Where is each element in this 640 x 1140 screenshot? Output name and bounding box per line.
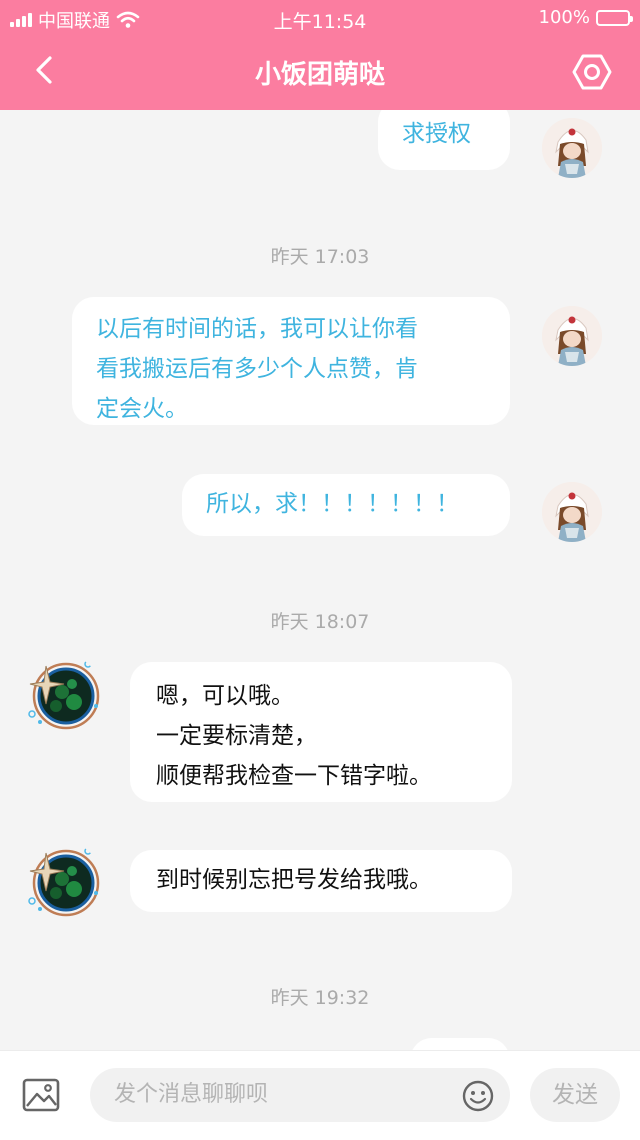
message-text: 所以，求！！！！！！！: [206, 491, 459, 517]
message-text: 到时候别忘把号发给我哦。: [156, 867, 432, 893]
settings-icon[interactable]: [572, 52, 612, 92]
anime-character-avatar-icon: [542, 482, 602, 542]
message-line: 定会火。: [96, 396, 188, 422]
message-bubble-incoming[interactable]: 嗯，可以哦。 一定要标清楚， 顺便帮我检查一下错字啦。: [130, 662, 512, 802]
my-avatar[interactable]: [542, 306, 602, 366]
send-button[interactable]: 发送: [530, 1068, 620, 1122]
status-right: 100%: [538, 7, 633, 28]
emoji-icon[interactable]: [462, 1080, 494, 1112]
header: 中国联通 上午11:54 100% 小饭团萌哒: [0, 0, 640, 110]
message-bubble-outgoing[interactable]: 求授权: [378, 110, 510, 170]
timestamp: 昨天 19:32: [270, 987, 370, 1009]
message-bubble-outgoing[interactable]: 所以，求！！！！！！！: [182, 474, 510, 536]
message-line: 嗯，可以哦。: [156, 683, 294, 709]
image-picker-icon[interactable]: [22, 1078, 60, 1112]
message-bubble-outgoing-partial[interactable]: [410, 1038, 510, 1050]
chat-title: 小饭团萌哒: [254, 60, 385, 90]
message-input[interactable]: 发个消息聊聊呗: [90, 1068, 510, 1122]
message-list[interactable]: 求授权 昨天 17:03 以后有时间的话，我可以让你看 看我搬运后有多少个人点赞…: [0, 110, 640, 1050]
status-bar: 中国联通 上午11:54 100%: [0, 0, 640, 36]
message-line: 一定要标清楚，: [156, 723, 317, 749]
anime-character-avatar-icon: [542, 118, 602, 178]
message-bubble-incoming[interactable]: 到时候别忘把号发给我哦。: [130, 850, 512, 912]
input-bar: 发个消息聊聊呗 发送: [0, 1050, 640, 1140]
message-input-placeholder: 发个消息聊聊呗: [114, 1082, 269, 1107]
game-emblem-avatar-icon: [28, 660, 100, 730]
game-emblem-avatar-icon: [28, 847, 100, 917]
battery-icon: [596, 9, 633, 26]
battery-percent: 100%: [538, 7, 590, 28]
message-text: 求授权: [402, 121, 471, 147]
anime-character-avatar-icon: [542, 306, 602, 366]
contact-avatar[interactable]: [22, 654, 102, 734]
message-line: 以后有时间的话，我可以让你看: [96, 316, 418, 342]
timestamp: 昨天 18:07: [270, 611, 370, 633]
timestamp: 昨天 17:03: [270, 246, 370, 268]
message-line: 顺便帮我检查一下错字啦。: [156, 763, 432, 789]
my-avatar[interactable]: [542, 118, 602, 178]
message-line: 看我搬运后有多少个人点赞，肯: [96, 356, 418, 382]
message-bubble-outgoing[interactable]: 以后有时间的话，我可以让你看 看我搬运后有多少个人点赞，肯 定会火。: [72, 297, 510, 425]
contact-avatar[interactable]: [22, 841, 102, 921]
my-avatar[interactable]: [542, 482, 602, 542]
